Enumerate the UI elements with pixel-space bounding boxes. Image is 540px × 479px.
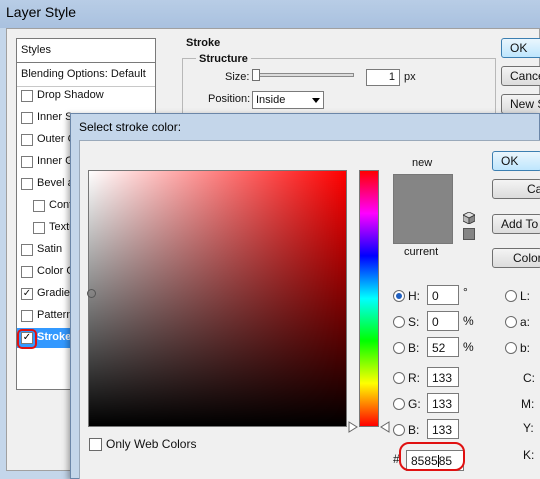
style-checkbox[interactable] <box>21 310 33 322</box>
color-cancel-button[interactable]: Cancel <box>492 179 540 199</box>
size-label: Size: <box>225 71 250 83</box>
color-field[interactable] <box>88 170 347 427</box>
color-picker-title: Select stroke color: <box>79 120 182 134</box>
style-item-label: Inner S <box>37 111 73 123</box>
only-web-colors-label: Only Web Colors <box>106 437 197 451</box>
style-checkbox[interactable] <box>21 90 33 102</box>
m-label: M: <box>521 397 535 411</box>
s-radio[interactable] <box>393 316 405 328</box>
s-unit: % <box>463 314 474 328</box>
b-unit: % <box>463 340 474 354</box>
hue-slider-arrow-left[interactable] <box>348 421 358 433</box>
h-input[interactable]: 0 <box>427 285 459 305</box>
style-checkbox[interactable] <box>21 156 33 168</box>
only-web-colors-checkbox[interactable] <box>89 438 102 451</box>
add-to-swatches-button[interactable]: Add To Swatches <box>492 214 540 234</box>
size-slider-thumb[interactable] <box>252 69 260 81</box>
ok-button[interactable]: OK <box>501 38 540 58</box>
style-item-label: Stroke <box>37 331 72 343</box>
layer-style-titlebar[interactable]: Layer Style <box>0 0 540 28</box>
stroke-section-title: Stroke <box>186 37 221 49</box>
style-checkbox-checked[interactable]: ✓ <box>21 288 33 300</box>
new-style-button[interactable]: New Style... <box>501 94 540 114</box>
s-label: S: <box>408 315 420 329</box>
l-radio[interactable] <box>505 290 517 302</box>
l-label: L: <box>520 289 531 303</box>
lab-b-label: b: <box>520 341 531 355</box>
structure-title: Structure <box>196 53 251 65</box>
style-item-label: Satin <box>37 243 63 255</box>
hue-slider[interactable] <box>359 170 379 427</box>
g-label: G: <box>408 397 421 411</box>
blending-options-item[interactable]: Blending Options: Default <box>17 63 155 87</box>
position-label: Position: <box>208 93 251 105</box>
web-safe-cube-icon[interactable] <box>463 212 475 224</box>
h-unit: ° <box>463 285 468 299</box>
new-color-label: new <box>412 157 433 169</box>
size-slider[interactable] <box>254 73 354 77</box>
style-checkbox[interactable] <box>33 200 45 212</box>
size-input[interactable]: 1 <box>366 69 400 86</box>
style-item-label: Drop Shadow <box>37 89 104 101</box>
y-label: Y: <box>523 421 534 435</box>
r-radio[interactable] <box>393 372 405 384</box>
lab-b-radio[interactable] <box>505 342 517 354</box>
blue-radio[interactable] <box>393 424 405 436</box>
a-label: a: <box>520 315 531 329</box>
b-radio[interactable] <box>393 342 405 354</box>
color-field-marker[interactable] <box>87 289 96 298</box>
g-input[interactable]: 133 <box>427 393 459 413</box>
hex-highlight-circle <box>399 442 465 471</box>
style-item-label: Pattern <box>37 309 73 321</box>
c-label: C: <box>523 371 535 385</box>
style-checkbox[interactable] <box>33 222 45 234</box>
style-item-label: Inner G <box>37 155 74 167</box>
blue-label: B: <box>408 423 420 437</box>
current-color-label: current <box>404 246 439 258</box>
a-radio[interactable] <box>505 316 517 328</box>
h-radio[interactable] <box>393 290 405 302</box>
layer-style-title: Layer Style <box>6 4 77 20</box>
style-checkbox[interactable] <box>21 244 33 256</box>
hue-slider-arrow-right[interactable] <box>380 421 390 433</box>
style-item-drop-shadow[interactable]: Drop Shadow <box>17 86 155 106</box>
color-ok-button[interactable]: OK <box>492 151 540 171</box>
g-radio[interactable] <box>393 398 405 410</box>
size-unit: px <box>404 71 416 83</box>
b-input[interactable]: 52 <box>427 337 459 357</box>
color-libraries-button[interactable]: Color Libraries <box>492 248 540 268</box>
style-checkbox[interactable] <box>21 266 33 278</box>
color-preview-swatch <box>393 174 453 244</box>
position-select-value: Inside <box>256 94 286 106</box>
blue-input[interactable]: 133 <box>427 419 459 439</box>
r-input[interactable]: 133 <box>427 367 459 387</box>
styles-header[interactable]: Styles <box>17 39 155 63</box>
b-label: B: <box>408 341 420 355</box>
style-checkbox[interactable] <box>21 178 33 190</box>
web-safe-swatch[interactable] <box>463 228 475 240</box>
highlight-circle <box>17 329 37 349</box>
style-item-label: Cont <box>49 199 73 211</box>
chevron-down-icon <box>312 98 320 103</box>
r-label: R: <box>408 371 420 385</box>
k-label: K: <box>523 448 535 462</box>
style-checkbox[interactable] <box>21 134 33 146</box>
h-label: H: <box>408 289 420 303</box>
position-select[interactable]: Inside <box>252 91 324 109</box>
style-checkbox[interactable] <box>21 112 33 124</box>
s-input[interactable]: 0 <box>427 311 459 331</box>
cancel-button[interactable]: Cancel <box>501 66 540 86</box>
